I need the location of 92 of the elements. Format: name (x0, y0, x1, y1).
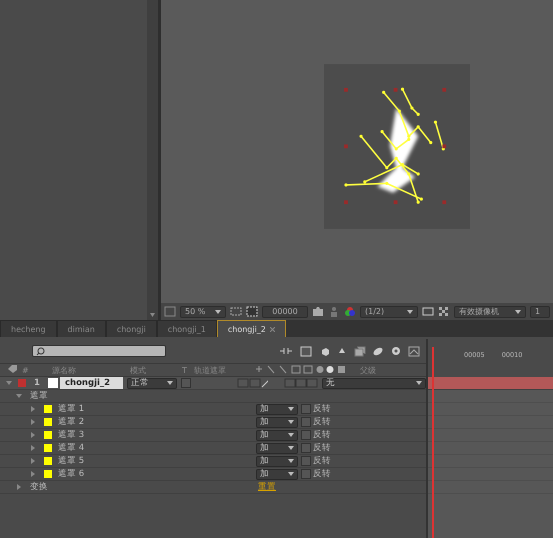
expand-arrow-icon[interactable] (16, 484, 22, 490)
expand-arrow-icon[interactable] (30, 458, 36, 464)
caret-icon[interactable] (515, 310, 521, 314)
mask-name: 遮罩 5 (57, 455, 86, 467)
composition-tab[interactable]: chongji_1 (156, 320, 217, 337)
expand-arrow-icon[interactable] (30, 419, 36, 425)
mask-color-swatch[interactable] (44, 431, 52, 439)
invert-checkbox[interactable] (301, 469, 311, 479)
caret-icon[interactable] (416, 381, 422, 385)
region-icon[interactable] (422, 306, 434, 317)
caret-icon[interactable] (166, 381, 173, 385)
invert-label: 反转 (313, 429, 331, 441)
caret-icon[interactable] (288, 407, 294, 411)
label-tag-icon (8, 365, 17, 373)
mask-color-swatch[interactable] (44, 405, 52, 413)
column-header: 轨道遮罩 (194, 364, 227, 376)
grid-icon[interactable] (230, 306, 242, 317)
invert-checkbox[interactable] (301, 404, 311, 414)
graph-editor-icon[interactable] (408, 346, 420, 356)
invert-label: 反转 (313, 468, 331, 480)
property-group-label: 变换 (29, 481, 49, 493)
parent-dropdown[interactable]: 无 (322, 378, 426, 388)
invert-label: 反转 (313, 455, 331, 467)
layer-source-icon (48, 378, 58, 388)
caret-icon[interactable] (288, 420, 294, 424)
mask-mode-dropdown[interactable]: 加 (256, 442, 298, 454)
mask-mode-dropdown[interactable]: 加 (256, 456, 298, 466)
invert-checkbox[interactable] (301, 430, 311, 440)
layer-duration-bar[interactable] (428, 377, 553, 390)
mask-color-swatch[interactable] (44, 418, 52, 426)
layer-name-field[interactable]: chongji_2 (60, 377, 123, 389)
camera-dropdown[interactable]: 有效摄像机 (454, 306, 526, 318)
composition-tab[interactable]: chongji (106, 320, 157, 337)
caret-icon[interactable] (288, 459, 294, 463)
invert-label: 反转 (313, 403, 331, 415)
expand-arrow-icon[interactable] (30, 406, 36, 412)
column-header: 模式 (130, 364, 147, 376)
mask-color-swatch[interactable] (44, 444, 52, 452)
composition-tab[interactable]: dimian (56, 320, 106, 337)
mode-dropdown[interactable]: 正常 (126, 378, 177, 388)
mask-name: 遮罩 2 (57, 416, 86, 428)
mask-color-swatch[interactable] (44, 457, 52, 465)
expand-arrow-icon[interactable] (30, 471, 36, 477)
camera-icon[interactable] (312, 306, 324, 317)
column-header: T (182, 366, 188, 374)
mask-name: 遮罩 3 (57, 429, 86, 441)
expand-arrow-icon[interactable] (30, 445, 36, 451)
invert-label: 反转 (313, 416, 331, 428)
expand-arrow-icon[interactable] (6, 380, 12, 386)
mask-mode-dropdown[interactable]: 加 (256, 430, 298, 440)
reset-link[interactable]: 重置 (258, 481, 276, 493)
timecode-field[interactable]: 00000 (262, 306, 308, 318)
label-swatch[interactable] (18, 379, 26, 387)
zoom-dropdown[interactable]: 50 % (180, 306, 226, 318)
close-icon[interactable] (270, 326, 275, 332)
column-header: 源名称 (52, 364, 77, 376)
invert-checkbox[interactable] (301, 443, 311, 453)
composition-tab[interactable]: hecheng (0, 320, 57, 337)
person-icon[interactable] (328, 306, 340, 317)
preserve-transparency-checkbox[interactable] (180, 378, 191, 388)
mask-mode-dropdown[interactable]: 加 (256, 468, 298, 480)
caret-icon[interactable] (407, 310, 413, 314)
color-channels-icon[interactable] (344, 306, 356, 317)
column-header: 父级 (360, 364, 377, 376)
layer-number: 1 (33, 378, 41, 388)
invert-checkbox[interactable] (301, 456, 311, 466)
resolution-dropdown[interactable]: (1/2) (360, 306, 418, 318)
mask-mode-dropdown[interactable]: 加 (256, 404, 298, 414)
caret-icon[interactable] (288, 472, 294, 476)
invert-label: 反转 (313, 442, 331, 454)
expand-arrow-icon[interactable] (30, 432, 36, 438)
view-dropdown[interactable]: 1 (530, 306, 550, 318)
checker-icon[interactable] (438, 306, 450, 317)
mask-name: 遮罩 6 (57, 468, 86, 480)
property-group-label: 遮罩 (29, 390, 49, 402)
caret-icon[interactable] (215, 310, 221, 314)
mask-mode-dropdown[interactable]: 加 (256, 416, 298, 428)
column-header: # (22, 366, 30, 374)
mask-color-swatch[interactable] (44, 470, 52, 478)
invert-checkbox[interactable] (301, 417, 311, 427)
mask-toggle-icon[interactable] (246, 306, 258, 317)
mask-name: 遮罩 4 (57, 442, 86, 454)
scrollbar[interactable] (147, 0, 158, 320)
frame-icon[interactable] (164, 306, 176, 317)
caret-icon[interactable] (288, 446, 294, 450)
mask-name: 遮罩 1 (57, 403, 86, 415)
composition-tab[interactable]: chongji_2 (216, 320, 286, 337)
frame-blend-icon[interactable] (354, 346, 366, 356)
caret-icon[interactable] (288, 433, 294, 437)
search-field[interactable] (32, 345, 166, 357)
expand-arrow-icon[interactable] (16, 393, 22, 399)
search-icon (36, 346, 45, 356)
